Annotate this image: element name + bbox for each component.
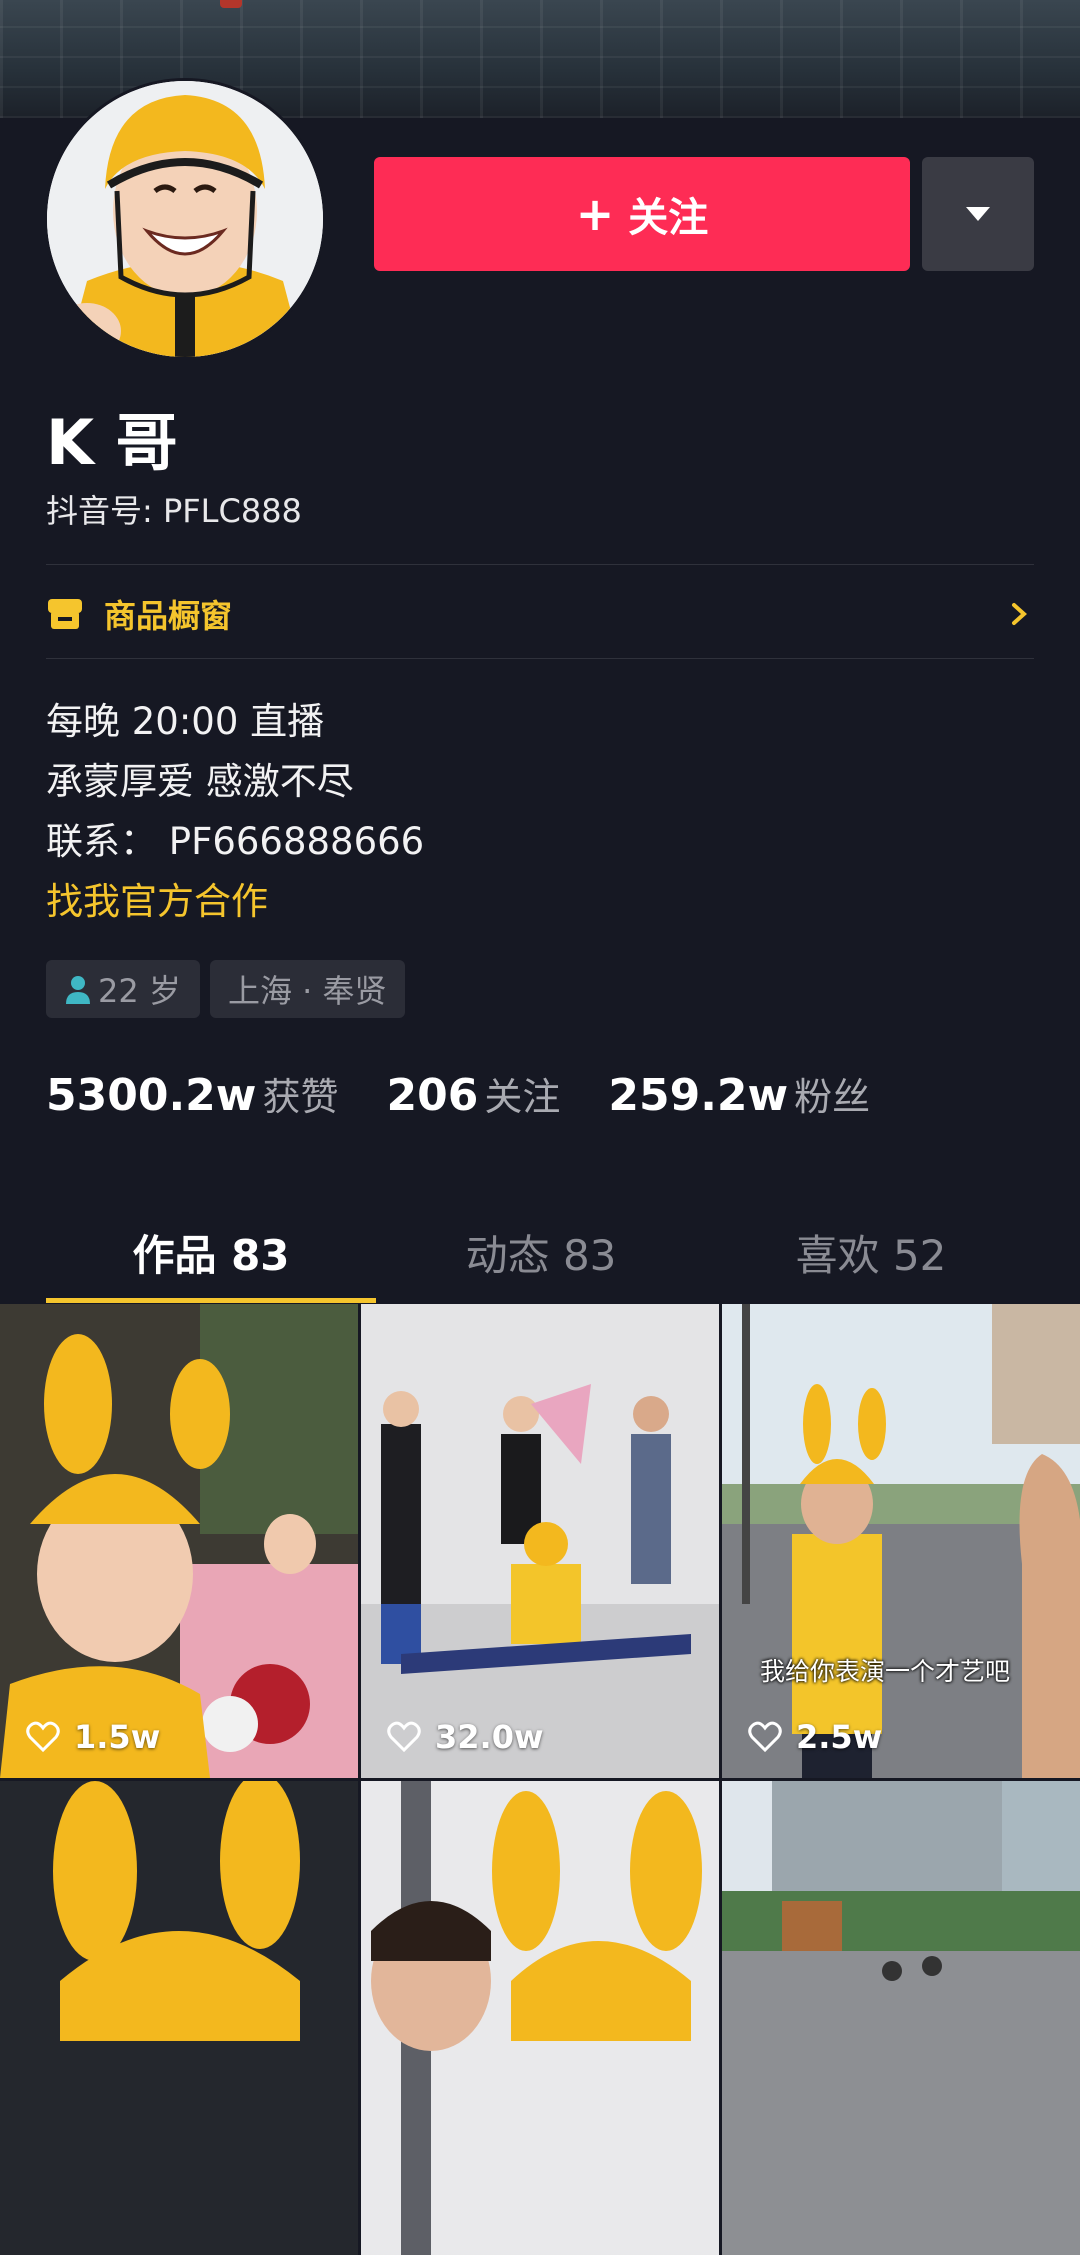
like-count-label: 32.0w	[435, 1718, 544, 1756]
location-tag: 上海 · 奉贤	[210, 960, 405, 1018]
like-count-label: 2.5w	[796, 1718, 883, 1756]
stat-label: 获赞	[262, 1075, 339, 1119]
bio-line: 每晚 20:00 直播	[46, 700, 325, 743]
active-tab-indicator	[46, 1298, 376, 1303]
like-count: 1.5w	[26, 1718, 160, 1756]
video-thumbnail[interactable]	[722, 1781, 1080, 2255]
profile-stats: 5300.2w 获赞 206 关注 259.2w 粉丝	[46, 1066, 918, 1121]
avatar-image	[47, 81, 323, 357]
likes-stat: 5300.2w 获赞	[46, 1066, 338, 1121]
age-tag: 22 岁	[46, 960, 200, 1018]
video-preview-image	[0, 1781, 358, 2255]
more-options-button[interactable]	[922, 157, 1034, 271]
chevron-right-icon	[1012, 603, 1027, 625]
video-preview-image	[0, 1304, 358, 1778]
stat-number: 206	[386, 1070, 479, 1121]
video-thumbnail[interactable]: 1.5w	[0, 1304, 358, 1778]
video-preview-image	[361, 1304, 719, 1778]
bio-line: 承蒙厚爱 感激不尽	[46, 760, 354, 803]
video-preview-image	[722, 1781, 1080, 2255]
divider	[46, 658, 1034, 659]
heart-icon	[748, 1721, 782, 1753]
video-preview-image	[722, 1304, 1080, 1778]
caret-down-icon	[966, 207, 990, 221]
official-cooperation-link[interactable]: 找我官方合作	[46, 872, 424, 932]
tab-activity[interactable]: 动态 83	[376, 1196, 706, 1300]
tab-likes[interactable]: 喜欢 52	[706, 1196, 1036, 1300]
profile-name: K 哥	[46, 406, 178, 479]
followers-stat[interactable]: 259.2w 粉丝	[608, 1066, 870, 1121]
video-thumbnail[interactable]: 32.0w	[361, 1304, 719, 1778]
stat-number: 5300.2w	[46, 1070, 257, 1121]
like-count: 2.5w	[748, 1718, 882, 1756]
stat-label: 粉丝	[794, 1075, 871, 1119]
like-count-label: 1.5w	[74, 1718, 161, 1756]
video-caption: 我给你表演一个才艺吧	[760, 1657, 1011, 1686]
divider	[46, 564, 1034, 565]
follow-button[interactable]: + 关注	[374, 157, 910, 271]
heart-icon	[26, 1721, 60, 1753]
cover-detail	[220, 0, 242, 8]
video-preview-image	[361, 1781, 719, 2255]
bio: 每晚 20:00 直播 承蒙厚爱 感激不尽 联系： PF666888666 找我…	[46, 692, 424, 932]
person-icon	[66, 976, 90, 1004]
douyin-id: 抖音号: PFLC888	[46, 492, 302, 530]
bio-line: 联系： PF666888666	[46, 820, 425, 863]
heart-icon	[387, 1721, 421, 1753]
video-thumbnail[interactable]	[0, 1781, 358, 2255]
shop-icon	[48, 599, 82, 629]
video-thumbnail[interactable]	[361, 1781, 719, 2255]
plus-icon: +	[575, 187, 615, 241]
shop-label: 商品橱窗	[104, 597, 233, 635]
follow-button-label: 关注	[628, 195, 709, 241]
following-stat[interactable]: 206 关注	[386, 1066, 560, 1121]
age-label: 22 岁	[98, 972, 181, 1010]
profile-tabs: 作品 83 动态 83 喜欢 52	[0, 1196, 1080, 1300]
location-label: 上海 · 奉贤	[228, 972, 387, 1010]
tab-works[interactable]: 作品 83	[46, 1196, 376, 1300]
stat-number: 259.2w	[608, 1070, 789, 1121]
video-thumbnail[interactable]: 我给你表演一个才艺吧 2.5w	[722, 1304, 1080, 1778]
avatar[interactable]	[44, 78, 326, 360]
stat-label: 关注	[484, 1075, 561, 1119]
like-count: 32.0w	[387, 1718, 544, 1756]
product-showcase-link[interactable]: 商品橱窗	[46, 588, 1034, 640]
